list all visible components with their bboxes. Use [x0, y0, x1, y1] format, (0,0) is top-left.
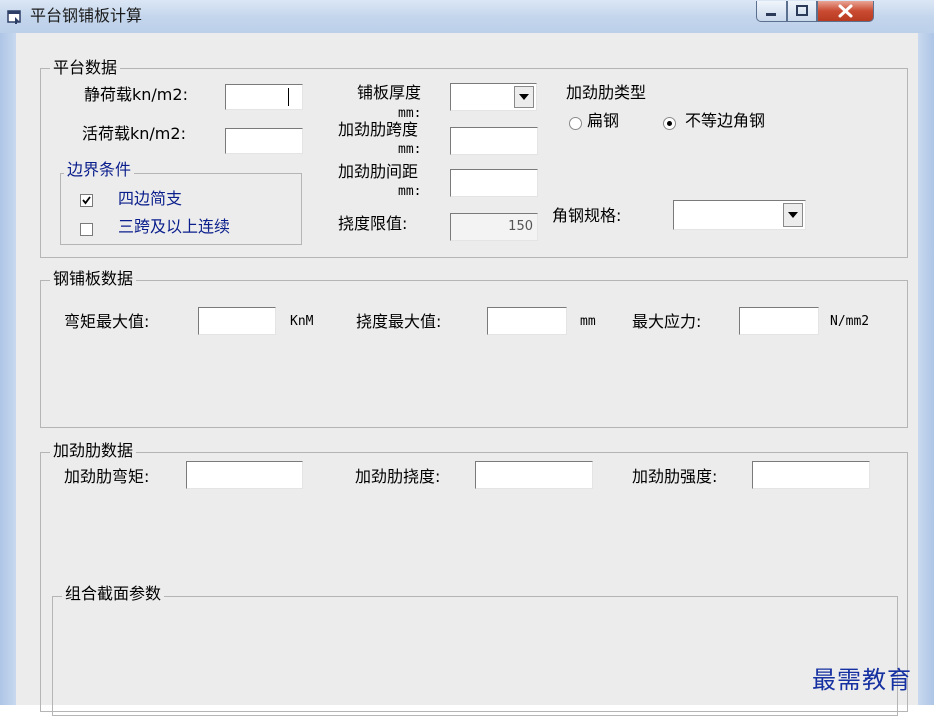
angle-spec-select[interactable]	[673, 200, 806, 230]
maximize-button[interactable]	[787, 1, 817, 22]
close-button[interactable]	[817, 1, 874, 22]
composite-section-group	[52, 596, 898, 716]
dead-load-input[interactable]	[225, 84, 303, 110]
stiffener-span-input[interactable]	[450, 127, 538, 155]
radio-selected-dot	[667, 121, 672, 126]
stiffener-deflection-input[interactable]	[475, 461, 593, 489]
stiffener-span-unit: mm:	[398, 142, 422, 157]
platform-data-group-label: 平台数据	[50, 59, 121, 77]
checkmark-icon	[82, 196, 91, 205]
stiffener-deflection-label: 加劲肋挠度:	[355, 467, 441, 486]
steel-plate-group-label: 钢铺板数据	[50, 270, 137, 288]
dropdown-arrow-icon[interactable]	[514, 86, 534, 108]
three-span-label[interactable]: 三跨及以上连续	[118, 218, 230, 236]
three-span-checkbox[interactable]	[80, 223, 93, 236]
max-stress-label: 最大应力:	[632, 312, 702, 331]
flat-steel-label[interactable]: 扁钢	[587, 112, 619, 130]
unequal-angle-radio[interactable]	[663, 117, 676, 130]
watermark: 最需教育	[812, 666, 912, 694]
steel-plate-group	[40, 280, 908, 428]
minimize-icon	[766, 13, 776, 16]
stiffener-strength-input[interactable]	[752, 461, 870, 489]
stiffener-moment-label: 加劲肋弯矩:	[64, 467, 150, 486]
four-sides-label[interactable]: 四边简支	[118, 190, 182, 208]
plate-deflection-unit: mm	[580, 314, 596, 329]
live-load-label: 活荷载kn/m2:	[82, 124, 186, 143]
stiffener-spacing-unit: mm:	[398, 184, 422, 199]
stiffener-type-label: 加劲肋类型	[566, 83, 647, 102]
close-icon	[838, 4, 853, 18]
window-title: 平台钢铺板计算	[30, 6, 143, 25]
boundary-condition-label: 边界条件	[64, 161, 135, 179]
dropdown-arrow-icon[interactable]	[783, 203, 803, 227]
window-frame-right	[918, 33, 934, 705]
text-cursor	[288, 88, 289, 106]
composite-section-group-label: 组合截面参数	[62, 585, 165, 603]
stiffener-strength-label: 加劲肋强度:	[632, 467, 718, 486]
stiffener-spacing-label: 加劲肋间距	[338, 162, 419, 181]
app-icon[interactable]	[6, 8, 24, 26]
live-load-input[interactable]	[225, 128, 303, 154]
plate-deflection-input[interactable]	[487, 307, 567, 335]
max-stress-input[interactable]	[739, 307, 819, 335]
plate-thickness-select[interactable]	[450, 83, 537, 111]
flat-steel-radio[interactable]	[569, 117, 582, 130]
minimize-button[interactable]	[756, 1, 787, 22]
maximize-icon	[796, 5, 808, 16]
stiffener-moment-input[interactable]	[186, 461, 303, 489]
plate-moment-label: 弯矩最大值:	[64, 312, 150, 331]
max-stress-unit: N/mm2	[830, 314, 870, 329]
plate-deflection-label: 挠度最大值:	[356, 312, 442, 331]
plate-thickness-unit: mm:	[398, 106, 422, 121]
dead-load-label: 静荷载kn/m2:	[84, 85, 188, 104]
plate-moment-input[interactable]	[198, 307, 276, 335]
plate-thickness-label: 铺板厚度	[357, 83, 422, 102]
deflection-limit-label: 挠度限值:	[338, 214, 408, 233]
stiffener-span-label: 加劲肋跨度	[338, 120, 419, 139]
four-sides-checkbox[interactable]	[80, 194, 93, 207]
angle-spec-label: 角钢规格:	[552, 206, 622, 225]
plate-moment-unit: KnM	[290, 314, 314, 329]
unequal-angle-label[interactable]: 不等边角钢	[685, 112, 765, 130]
stiffener-data-group-label: 加劲肋数据	[50, 442, 137, 460]
window-frame-left	[0, 33, 16, 705]
stiffener-spacing-input[interactable]	[450, 169, 538, 197]
deflection-limit-field[interactable]: 150	[450, 213, 538, 241]
